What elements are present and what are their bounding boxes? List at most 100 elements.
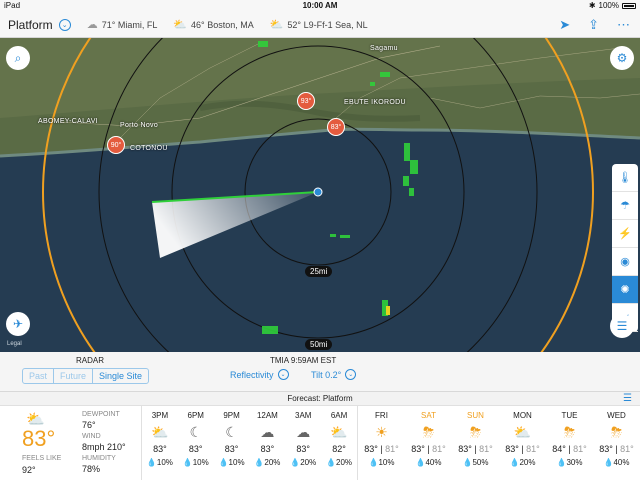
drop-icon: 💧	[368, 458, 379, 467]
share-icon[interactable]: ⇪	[588, 17, 599, 33]
settings-icon[interactable]: ⚙	[610, 46, 634, 70]
daily-item[interactable]: SAT ⛈ 83° | 81° 💧40%	[405, 406, 452, 480]
layers-icon[interactable]: ☰	[610, 314, 634, 338]
thunderstorm-icon: ⛈	[422, 424, 435, 440]
more-icon[interactable]: ⋯	[617, 17, 630, 33]
hour-precip: 20%	[300, 458, 317, 467]
chevron-down-icon[interactable]: ⌄	[58, 18, 71, 31]
drop-icon: 💧	[462, 458, 473, 467]
radar-map[interactable]: Sagamu EBUTE IKORODU ABOMEY-CALAVI Porto…	[0, 38, 640, 352]
temp-pin[interactable]: 83°	[327, 118, 345, 136]
location-name: Miami, FL	[117, 19, 158, 30]
humidity-label: HUMIDITY	[82, 455, 116, 462]
map-label-cotonou: COTONOU	[130, 145, 168, 152]
day-label: FRI	[375, 411, 388, 420]
product-dropdown[interactable]: Reflectivity ⌄	[230, 369, 289, 380]
hour-temp: 83°	[296, 444, 311, 454]
current-conditions: ⛅ 83° FEELS LIKE 92° DEWPOINT 76° WIND 8…	[0, 406, 142, 480]
day-low: 81°	[620, 444, 634, 454]
saved-location-1[interactable]: ☁ 71° Miami, FL	[87, 18, 158, 31]
map-label-sagamu: Sagamu	[370, 45, 398, 52]
location-arrow-icon[interactable]: ➤	[559, 17, 570, 33]
drop-icon: 💧	[603, 458, 614, 467]
sunny-icon: ☀	[375, 424, 388, 440]
forecast-panel: Forecast: Platform ☰ ⛅ 83° FEELS LIKE 92…	[0, 392, 640, 480]
bluetooth-icon: ✱	[588, 1, 596, 10]
day-low: 81°	[573, 444, 587, 454]
location-name: L9-Ff-1 Sea, NL	[303, 19, 368, 30]
hour-precip: 10%	[192, 458, 209, 467]
day-precip: 10%	[378, 458, 395, 467]
thunderstorm-icon: ⛈	[610, 424, 623, 440]
drop-icon: 💧	[146, 458, 157, 467]
battery-icon	[622, 2, 636, 9]
top-nav: Platform ⌄ ☁ 71° Miami, FL ⛅ 46° Boston,…	[0, 12, 640, 38]
day-high: 83°	[505, 444, 519, 454]
location-name: Boston, MA	[207, 19, 254, 30]
hour-label: 3PM	[151, 411, 169, 420]
feels-like-label: FEELS LIKE	[22, 455, 62, 462]
site-label: TMIA 9:59AM EST	[270, 356, 337, 365]
chevron-down-icon: ⌄	[345, 369, 357, 380]
dewpoint-value: 76°	[82, 420, 96, 430]
map-label-ebute: EBUTE IKORODU	[344, 99, 406, 106]
tilt-value: Tilt 0.2°	[311, 369, 342, 380]
location-title[interactable]: Platform	[8, 18, 53, 32]
location-temp: 52°	[287, 19, 302, 30]
drop-icon: 💧	[290, 458, 301, 467]
partly-sunny-icon: ⛅	[269, 19, 284, 31]
day-precip: 20%	[519, 458, 536, 467]
satellite-icon[interactable]: ✈	[6, 312, 30, 336]
day-label: WED	[607, 411, 626, 420]
partly-sunny-icon: ⛅	[513, 424, 532, 440]
legal-link[interactable]: Legal	[7, 341, 22, 347]
temp-pin[interactable]: 93°	[297, 92, 315, 110]
day-low: 81°	[432, 444, 446, 454]
cloud-icon: ☁	[86, 19, 98, 31]
daily-item[interactable]: MON ⛅ 83° | 81° 💧20%	[499, 406, 546, 480]
partly-sunny-icon: ⛅	[173, 19, 188, 31]
day-label: MON	[513, 411, 532, 420]
list-icon[interactable]: ☰	[623, 392, 632, 406]
saved-location-2[interactable]: ⛅ 46° Boston, MA	[173, 18, 253, 31]
day-high: 83°	[411, 444, 425, 454]
hourly-item[interactable]: 12AM ☁ 83° 💧20%	[249, 406, 285, 480]
feels-like-value: 92°	[22, 465, 36, 475]
drop-icon: 💧	[182, 458, 193, 467]
temperature-layer-icon[interactable]: 🌡	[612, 164, 638, 192]
day-label: TUE	[561, 411, 578, 420]
hourly-item[interactable]: 3AM ☁ 83° 💧20%	[285, 406, 321, 480]
lightning-layer-icon[interactable]: ⚡	[612, 220, 638, 248]
hour-temp: 82°	[332, 444, 346, 454]
daily-item[interactable]: SUN ⛈ 83° | 81° 💧50%	[452, 406, 499, 480]
temp-pin[interactable]: 90°	[107, 136, 125, 154]
mode-past[interactable]: Past	[23, 369, 55, 383]
rain-layer-icon[interactable]: ☂	[612, 192, 638, 220]
hurricane-layer-icon[interactable]: ✺	[612, 276, 638, 304]
hour-temp: 83°	[224, 444, 239, 454]
hour-temp: 83°	[153, 444, 167, 454]
radar-layer-icon[interactable]: ◉	[612, 248, 638, 276]
hourly-item[interactable]: 6PM ☾ 83° 💧10%	[178, 406, 214, 480]
current-temp: 83°	[22, 426, 56, 451]
hourly-item[interactable]: 9PM ☾ 83° 💧10%	[214, 406, 250, 480]
hour-precip: 20%	[336, 458, 353, 467]
day-low: 81°	[479, 444, 493, 454]
daily-item[interactable]: TUE ⛈ 84° | 81° 💧30%	[546, 406, 593, 480]
status-bar: iPad 10:00 AM ✱ 100%	[0, 0, 640, 12]
daily-item[interactable]: WED ⛈ 83° | 81° 💧40%	[593, 406, 640, 480]
search-icon[interactable]: ⌕	[6, 46, 30, 70]
saved-location-3[interactable]: ⛅ 52° L9-Ff-1 Sea, NL	[270, 18, 368, 31]
day-precip: 50%	[472, 458, 489, 467]
hour-temp: 83°	[188, 444, 203, 454]
tilt-dropdown[interactable]: Tilt 0.2° ⌄	[311, 369, 357, 380]
mode-single-site[interactable]: Single Site	[93, 369, 148, 383]
daily-item[interactable]: FRI ☀ 83° | 81° 💧10%	[358, 406, 405, 480]
mode-future[interactable]: Future	[54, 369, 94, 383]
map-canvas	[0, 38, 640, 352]
location-temp: 46°	[191, 19, 205, 30]
hourly-item[interactable]: 3PM ⛅ 83° 💧10%	[142, 406, 178, 480]
day-label: SUN	[467, 411, 484, 420]
hourly-item[interactable]: 6AM ⛅ 82° 💧20%	[321, 406, 357, 480]
mode-segmented-control: Past Future Single Site	[22, 368, 150, 384]
